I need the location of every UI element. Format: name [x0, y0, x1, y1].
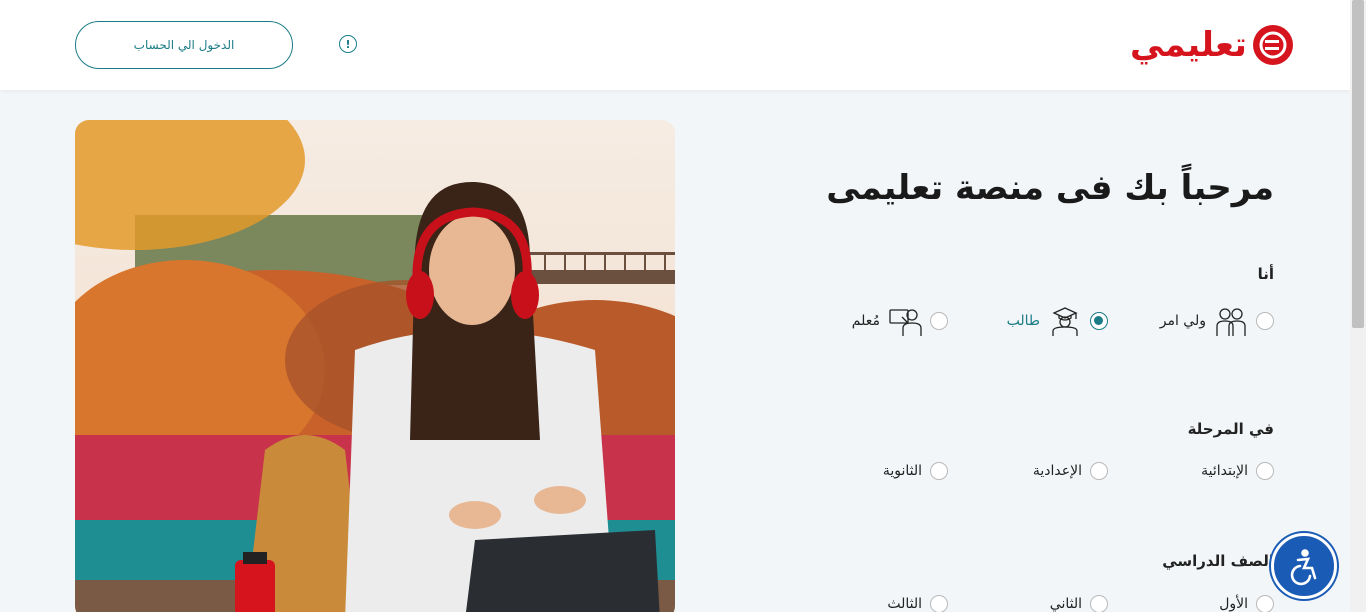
- radio-parent[interactable]: [1256, 312, 1274, 330]
- radio-third[interactable]: [930, 595, 948, 612]
- stage-label-primary: الإبتدائية: [1201, 463, 1248, 479]
- page-scrollbar[interactable]: [1350, 0, 1366, 612]
- logo-mark-icon: [1252, 25, 1293, 65]
- radio-secondary[interactable]: [930, 462, 948, 480]
- radio-preparatory[interactable]: [1090, 462, 1108, 480]
- wheelchair-icon: [1290, 549, 1317, 586]
- role-option-parent[interactable]: ولي امر: [1160, 304, 1274, 338]
- role-label: أنا: [1257, 265, 1274, 283]
- role-option-student[interactable]: طالب: [1007, 304, 1108, 338]
- radio-primary[interactable]: [1256, 462, 1274, 480]
- top-header: الدخول الي الحساب ! تعليمي: [0, 0, 1350, 90]
- grade-label: الصف الدراسي: [1162, 552, 1274, 570]
- role-label-student: طالب: [1006, 313, 1040, 329]
- radio-teacher[interactable]: [930, 312, 948, 330]
- grade-label-first: الأول: [1219, 596, 1248, 612]
- welcome-heading: مرحباً بك فى منصة تعليمى: [826, 168, 1274, 208]
- info-icon[interactable]: !: [339, 35, 357, 53]
- grade-label-second: الثاني: [1049, 596, 1082, 612]
- accessibility-button[interactable]: [1271, 533, 1337, 599]
- stage-label-secondary: الثانوية: [882, 463, 922, 479]
- role-option-teacher[interactable]: مُعلم: [852, 304, 948, 338]
- logo-text: تعليمي: [1130, 25, 1247, 65]
- radio-student[interactable]: [1090, 312, 1108, 330]
- radio-second[interactable]: [1090, 595, 1108, 612]
- grade-option-first[interactable]: الأول: [1219, 595, 1274, 612]
- grade-option-third[interactable]: الثالث: [887, 595, 948, 612]
- parents-icon: [1216, 308, 1246, 336]
- radio-first[interactable]: [1256, 595, 1274, 612]
- hero-illustration: [75, 120, 675, 612]
- role-label-parent: ولي امر: [1159, 313, 1206, 329]
- hero-student-image: [75, 120, 675, 612]
- scrollbar-thumb[interactable]: [1352, 0, 1364, 328]
- role-label-teacher: مُعلم: [851, 313, 880, 329]
- stage-label: في المرحلة: [1187, 420, 1274, 438]
- grade-option-second[interactable]: الثاني: [1050, 595, 1108, 612]
- graduate-icon: [1052, 307, 1078, 336]
- site-logo[interactable]: تعليمي: [1130, 20, 1293, 70]
- login-button[interactable]: الدخول الي الحساب: [75, 21, 293, 69]
- stage-option-primary[interactable]: الإبتدائية: [1201, 462, 1274, 480]
- teacher-icon: [889, 309, 922, 336]
- grade-label-third: الثالث: [887, 596, 922, 612]
- stage-label-preparatory: الإعدادية: [1032, 463, 1082, 479]
- stage-option-secondary[interactable]: الثانوية: [883, 462, 948, 480]
- stage-option-preparatory[interactable]: الإعدادية: [1033, 462, 1108, 480]
